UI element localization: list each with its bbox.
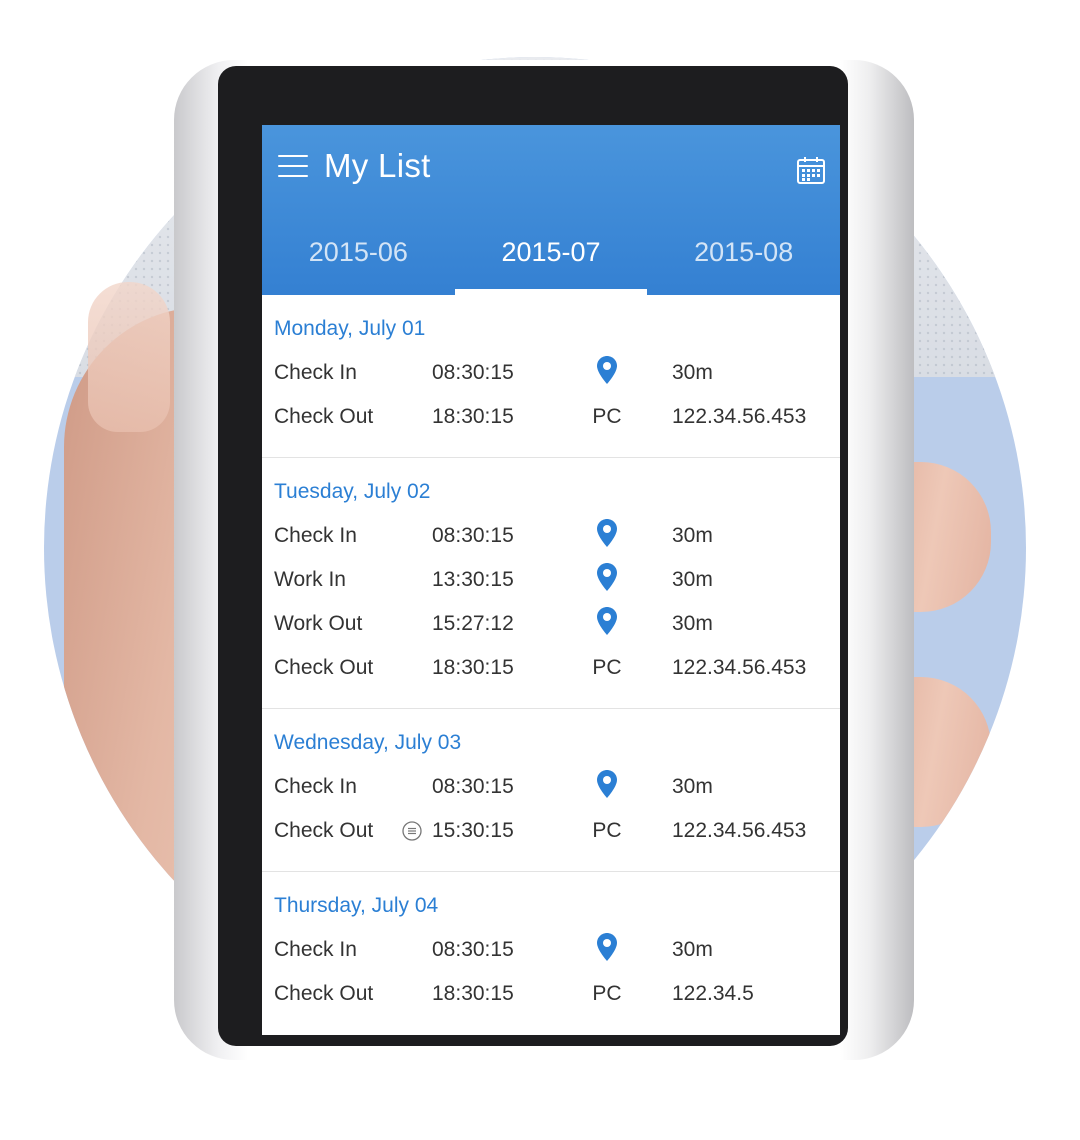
entry-source [562,770,652,804]
entry-time: 18:30:15 [432,656,514,679]
entry-label: Check Out [274,405,374,428]
entry-label: Work Out [274,612,363,635]
app-bar: My List 2015-06 2015-07 2015-08 [262,125,840,295]
location-pin-icon[interactable] [597,563,617,591]
entry-value: 122.34.56.453 [672,656,807,679]
scroll-fade [262,1005,840,1035]
day-date: Monday, July 01 [274,317,426,340]
entry-source [562,933,652,967]
entry-time: 18:30:15 [432,405,514,428]
list-item[interactable]: Work Out 15:27:12 30m [262,602,840,646]
entry-source: PC [592,819,622,842]
entry-label: Work In [274,568,346,591]
entry-time: 08:30:15 [432,775,514,798]
day-section: Tuesday, July 02 Check In 08:30:15 30m W… [262,458,840,709]
entry-time: 13:30:15 [432,568,514,591]
entry-label-wrap: Check Out [262,819,432,843]
calendar-icon[interactable] [796,155,826,185]
list-item[interactable]: Check Out 18:30:15 PC 122.34.56.453 [262,395,840,439]
day-date: Wednesday, July 03 [274,731,462,754]
entry-time: 15:30:15 [432,819,514,842]
entry-value: 30m [672,361,713,384]
list-item[interactable]: Check In 08:30:15 30m [262,351,840,395]
attendance-list: Monday, July 01 Check In 08:30:15 30m Ch… [262,295,840,1035]
entry-time: 08:30:15 [432,524,514,547]
entry-value: 30m [672,524,713,547]
entry-source [562,563,652,597]
entry-label: Check Out [274,656,374,679]
entry-label: Check Out [274,982,374,1005]
tab-2015-07[interactable]: 2015-07 [454,217,648,295]
entry-value: 30m [672,938,713,961]
list-item[interactable]: Check In 08:30:15 30m [262,928,840,972]
list-item[interactable]: Check In 08:30:15 30m [262,765,840,809]
entry-label: Check In [274,775,357,798]
entry-value: 30m [672,612,713,635]
entry-label: Check In [274,938,357,961]
entry-value: 30m [672,775,713,798]
entry-value: 30m [672,568,713,591]
entry-time: 08:30:15 [432,938,514,961]
page-title: My List [324,147,431,184]
list-item[interactable]: Check In 08:30:15 30m [262,514,840,558]
month-tabs: 2015-06 2015-07 2015-08 [262,217,840,295]
entry-source [562,356,652,390]
tab-2015-06[interactable]: 2015-06 [262,217,455,295]
list-item[interactable]: Check Out 18:30:15 PC 122.34.56.453 [262,646,840,690]
entry-source: PC [592,656,622,679]
location-pin-icon[interactable] [597,770,617,798]
app-screen: My List 2015-06 2015-07 2015-08 Monday, … [262,125,840,1035]
day-date: Thursday, July 04 [274,894,439,917]
location-pin-icon[interactable] [597,519,617,547]
day-section: Monday, July 01 Check In 08:30:15 30m Ch… [262,295,840,458]
entry-value: 122.34.56.453 [672,819,807,842]
entry-label: Check Out [274,819,374,842]
location-pin-icon[interactable] [597,356,617,384]
entry-value: 122.34.5 [672,982,754,1005]
tab-2015-08[interactable]: 2015-08 [647,217,840,295]
entry-source [562,607,652,641]
entry-source: PC [592,405,622,428]
entry-time: 15:27:12 [432,612,514,635]
entry-label: Check In [274,524,357,547]
day-section: Wednesday, July 03 Check In 08:30:15 30m… [262,709,840,872]
entry-time: 18:30:15 [432,982,514,1005]
thumbnail [88,282,170,432]
entry-source: PC [592,982,622,1005]
list-item[interactable]: Check Out 15:30:15 PC 122.34.56.453 [262,809,840,853]
list-item[interactable]: Work In 13:30:15 30m [262,558,840,602]
day-date: Tuesday, July 02 [274,480,431,503]
entry-time: 08:30:15 [432,361,514,384]
entry-value: 122.34.56.453 [672,405,807,428]
entry-source [562,519,652,553]
entry-label: Check In [274,361,357,384]
hamburger-menu-icon[interactable] [278,155,308,177]
location-pin-icon[interactable] [597,607,617,635]
note-icon[interactable] [402,821,422,841]
location-pin-icon[interactable] [597,933,617,961]
